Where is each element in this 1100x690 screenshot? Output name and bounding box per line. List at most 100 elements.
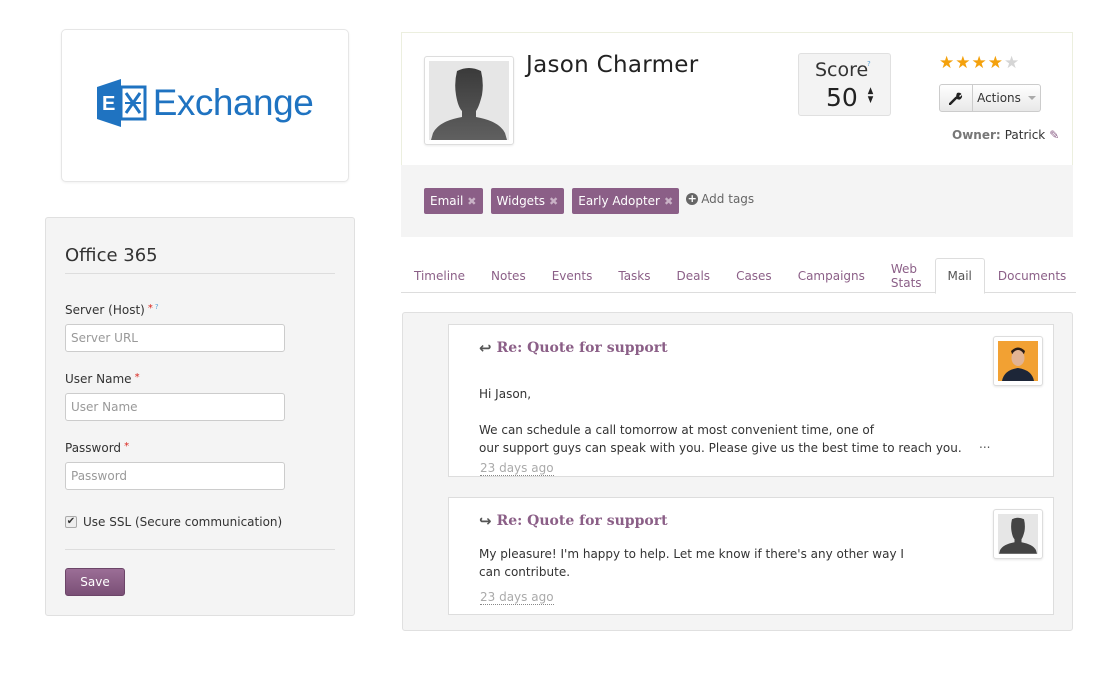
- mail-body: My pleasure! I'm happy to help. Let me k…: [479, 545, 904, 581]
- contact-name: Jason Charmer: [526, 52, 699, 78]
- mail-subject[interactable]: ↩ Re: Quote for support: [479, 339, 668, 357]
- tab-mail[interactable]: Mail: [934, 258, 985, 294]
- contact-tabs: Timeline Notes Events Tasks Deals Cases …: [401, 258, 1079, 294]
- use-ssl-checkbox[interactable]: ✔: [65, 516, 77, 528]
- tab-deals[interactable]: Deals: [664, 258, 724, 293]
- tab-timeline[interactable]: Timeline: [401, 258, 478, 293]
- score-label: Score: [815, 59, 869, 81]
- required-mark: *: [124, 441, 130, 452]
- actions-button-group: Actions: [939, 84, 1041, 112]
- svg-text:E: E: [102, 93, 115, 115]
- exchange-logo-card: E Exchange: [61, 29, 349, 182]
- sender-photo: [998, 341, 1038, 381]
- password-label: Password *: [65, 441, 129, 455]
- exchange-logo-icon: E: [96, 78, 147, 127]
- edit-owner-icon[interactable]: ✎: [1049, 128, 1059, 142]
- user-name-label-text: User Name: [65, 372, 132, 386]
- tab-events[interactable]: Events: [539, 258, 606, 293]
- help-icon[interactable]: ?: [867, 60, 871, 68]
- plus-circle-icon: +: [686, 192, 699, 205]
- mail-line: We can schedule a call tomorrow at most …: [479, 423, 874, 437]
- use-ssl-row: ✔ Use SSL (Secure communication): [65, 515, 282, 529]
- help-icon[interactable]: ?: [155, 303, 159, 311]
- star-icon[interactable]: ★: [972, 53, 987, 73]
- mail-subject-text: Re: Quote for support: [496, 513, 668, 529]
- star-rating[interactable]: ★ ★ ★ ★ ★: [939, 53, 1019, 73]
- use-ssl-label: Use SSL (Secure communication): [83, 515, 283, 529]
- mail-line: My pleasure! I'm happy to help. Let me k…: [479, 547, 904, 561]
- tab-campaigns[interactable]: Campaigns: [785, 258, 878, 293]
- wrench-icon: [949, 92, 963, 105]
- exchange-logo: E Exchange: [96, 78, 314, 127]
- person-silhouette-icon: [431, 68, 507, 140]
- required-mark: *: [147, 303, 153, 314]
- owner-row: Owner: Patrick ✎: [952, 128, 1059, 142]
- password-label-text: Password: [65, 441, 122, 455]
- office365-title: Office 365: [65, 245, 158, 266]
- tag[interactable]: Email ✖: [424, 188, 483, 214]
- contact-avatar[interactable]: [424, 56, 514, 145]
- add-tags-button[interactable]: + Add tags: [686, 192, 754, 206]
- mail-subject[interactable]: ↪ Re: Quote for support: [479, 512, 668, 530]
- tag[interactable]: Early Adopter ✖: [572, 188, 680, 214]
- score-stepper[interactable]: ▲ ▼: [867, 87, 874, 105]
- mail-list: ↩ Re: Quote for support Hi Jason, We can…: [402, 312, 1073, 631]
- score-down-icon[interactable]: ▼: [868, 96, 874, 105]
- server-host-label-text: Server (Host): [65, 303, 145, 317]
- mail-body: Hi Jason, We can schedule a call tomorro…: [479, 385, 962, 457]
- person-silhouette-icon: [999, 517, 1037, 554]
- mail-subject-text: Re: Quote for support: [496, 340, 668, 356]
- user-name-label: User Name *: [65, 372, 140, 386]
- remove-tag-icon[interactable]: ✖: [467, 195, 476, 208]
- mail-line: can contribute.: [479, 565, 571, 579]
- office365-settings-panel: Office 365 Server (Host)*? User Name* Pa…: [45, 217, 355, 616]
- score-widget: Score ? 50 ▲ ▼: [798, 53, 891, 116]
- tags-bar: Email ✖ Widgets ✖ Early Adopter ✖ + Add tag…: [401, 165, 1073, 237]
- tag[interactable]: Widgets ✖: [490, 188, 565, 214]
- actions-dropdown[interactable]: Actions: [973, 84, 1041, 112]
- tag-label: Email: [430, 194, 464, 208]
- tag-label: Early Adopter: [578, 194, 660, 208]
- save-button[interactable]: Save: [65, 568, 125, 596]
- divider: [65, 273, 335, 274]
- mail-line: Hi Jason,: [479, 387, 532, 401]
- sender-avatar[interactable]: [993, 509, 1043, 559]
- required-mark: *: [134, 372, 140, 383]
- remove-tag-icon[interactable]: ✖: [549, 195, 558, 208]
- divider: [65, 549, 335, 550]
- star-icon[interactable]: ★: [939, 53, 954, 73]
- password-input[interactable]: [65, 462, 285, 490]
- owner-value: Patrick: [1004, 128, 1046, 142]
- chevron-down-icon: [1027, 96, 1036, 100]
- mail-timestamp[interactable]: 23 days ago: [480, 590, 554, 605]
- settings-button[interactable]: [939, 84, 973, 112]
- tab-notes[interactable]: Notes: [478, 258, 539, 293]
- more-button[interactable]: ...: [979, 437, 990, 451]
- user-name-input[interactable]: [65, 393, 285, 421]
- contact-header: Jason Charmer Score ? 50 ▲ ▼ ★ ★ ★ ★ ★ A…: [401, 32, 1073, 165]
- remove-tag-icon[interactable]: ✖: [664, 195, 673, 208]
- mail-item[interactable]: ↪ Re: Quote for support My pleasure! I'm…: [448, 497, 1054, 615]
- mail-timestamp[interactable]: 23 days ago: [480, 461, 554, 476]
- tab-web-stats[interactable]: Web Stats: [878, 258, 935, 293]
- reply-icon: ↩: [479, 339, 492, 357]
- owner-label: Owner:: [952, 128, 1001, 142]
- tag-list: Email ✖ Widgets ✖ Early Adopter ✖ + Add tag…: [424, 188, 754, 214]
- server-host-label: Server (Host) *?: [65, 303, 159, 317]
- tab-documents[interactable]: Documents: [985, 258, 1079, 293]
- star-icon[interactable]: ★: [955, 53, 970, 73]
- add-tags-label: Add tags: [701, 192, 755, 206]
- star-icon[interactable]: ★: [988, 53, 1003, 73]
- tab-tasks[interactable]: Tasks: [605, 258, 663, 293]
- mail-line: our support guys can speak with you. Ple…: [479, 441, 962, 455]
- sender-avatar[interactable]: [993, 336, 1043, 386]
- tag-label: Widgets: [496, 194, 546, 208]
- tab-cases[interactable]: Cases: [723, 258, 785, 293]
- star-empty-icon[interactable]: ★: [1004, 53, 1019, 73]
- exchange-logo-text: Exchange: [152, 81, 314, 123]
- server-url-input[interactable]: [65, 324, 285, 352]
- score-value: 50: [826, 83, 858, 112]
- actions-label: Actions: [977, 91, 1021, 105]
- mail-item[interactable]: ↩ Re: Quote for support Hi Jason, We can…: [448, 324, 1054, 477]
- mail-line: [479, 403, 962, 421]
